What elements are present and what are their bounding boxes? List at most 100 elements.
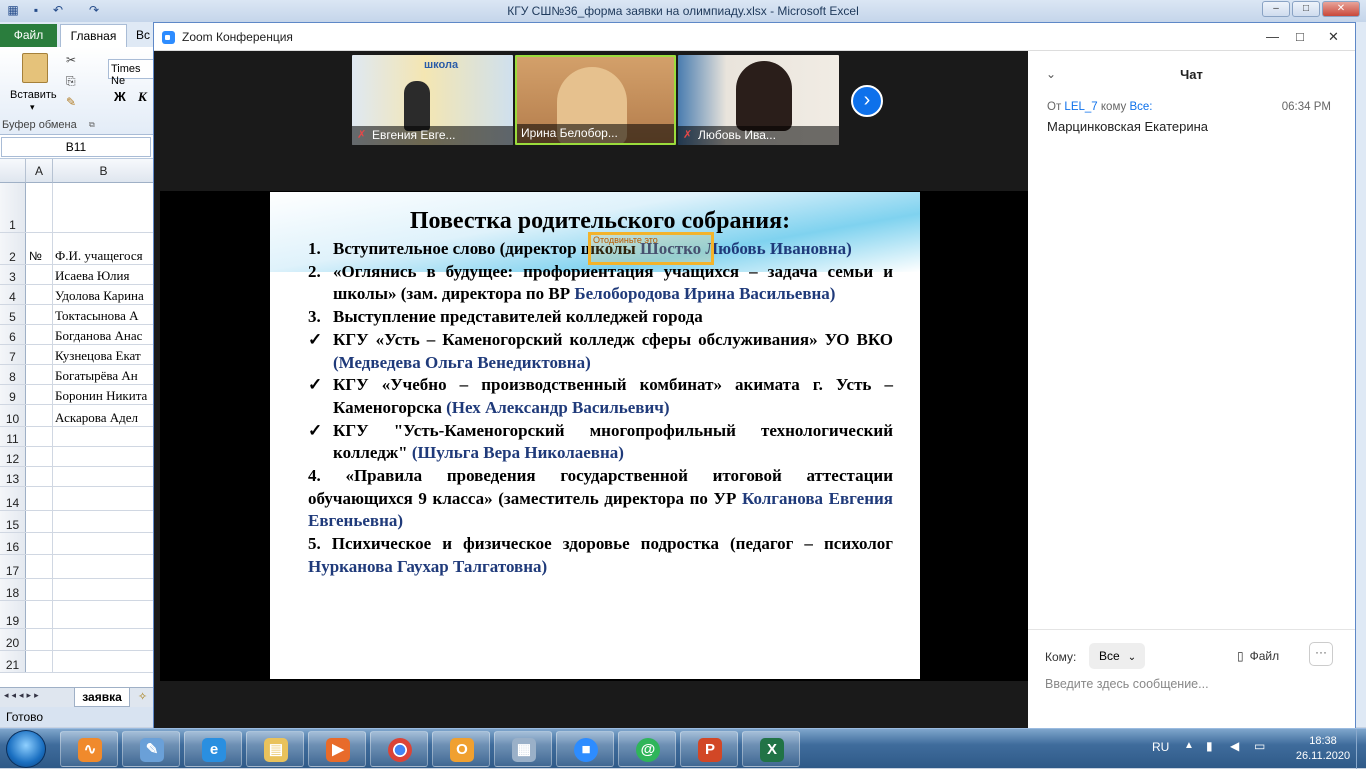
- cell-a[interactable]: №: [26, 233, 53, 264]
- table-row[interactable]: 21: [0, 651, 155, 673]
- close-icon[interactable]: ✕: [1322, 1, 1360, 17]
- cell-b[interactable]: [53, 555, 155, 578]
- cell-b[interactable]: Богатырёва Ан: [53, 365, 155, 384]
- table-row[interactable]: 19: [0, 601, 155, 629]
- cell-b[interactable]: [53, 651, 155, 672]
- table-row[interactable]: 8 Богатырёва Ан: [0, 365, 155, 385]
- taskbar-app-calculator[interactable]: ▦: [494, 731, 552, 767]
- recipient-name[interactable]: Все:: [1129, 101, 1152, 113]
- show-desktop-button[interactable]: [1356, 729, 1366, 769]
- taskbar-app-excel[interactable]: X: [742, 731, 800, 767]
- cell-b[interactable]: Удолова Карина: [53, 285, 155, 304]
- row-header[interactable]: 7: [0, 345, 26, 364]
- cell-b[interactable]: Боронин Никита: [53, 385, 155, 404]
- table-row[interactable]: 12: [0, 447, 155, 467]
- maximize-icon[interactable]: □: [1292, 1, 1320, 17]
- file-button[interactable]: ▯ Файл: [1237, 649, 1279, 663]
- row-header[interactable]: 12: [0, 447, 26, 466]
- cell-a[interactable]: [26, 305, 53, 324]
- cell-b[interactable]: [53, 533, 155, 554]
- paste-icon[interactable]: [22, 53, 48, 83]
- chevron-down-icon[interactable]: ▾: [30, 102, 35, 113]
- participant-tile[interactable]: школа Евгения Евге... ✗: [352, 55, 513, 145]
- row-header[interactable]: 3: [0, 265, 26, 284]
- row-header[interactable]: 10: [0, 405, 26, 426]
- language-indicator[interactable]: RU: [1152, 740, 1169, 754]
- cell-a[interactable]: [26, 511, 53, 532]
- cell-b[interactable]: Исаева Юлия: [53, 265, 155, 284]
- format-painter-icon[interactable]: ✎: [66, 95, 76, 109]
- cell-b[interactable]: [53, 447, 155, 466]
- cell-a[interactable]: [26, 385, 53, 404]
- cell-a[interactable]: [26, 533, 53, 554]
- column-header-b[interactable]: B: [53, 159, 155, 183]
- table-row[interactable]: 4 Удолова Карина: [0, 285, 155, 305]
- dialog-launcher-icon[interactable]: ⧉: [89, 120, 95, 130]
- cell-b[interactable]: Токтасынова А: [53, 305, 155, 324]
- cell-a[interactable]: [26, 405, 53, 426]
- cell-a[interactable]: [26, 325, 53, 344]
- volume-icon[interactable]: ◀: [1230, 739, 1239, 753]
- row-header[interactable]: 21: [0, 651, 26, 672]
- row-header[interactable]: 18: [0, 579, 26, 600]
- cell-b[interactable]: Кузнецова Екат: [53, 345, 155, 364]
- cell-b[interactable]: [53, 511, 155, 532]
- table-row[interactable]: 20: [0, 629, 155, 651]
- taskbar-app-pulse[interactable]: ∿: [60, 731, 118, 767]
- table-row[interactable]: 1: [0, 183, 155, 233]
- sheet-nav-arrows-icon[interactable]: ◂◂◂▸▸: [4, 690, 42, 701]
- cell-a[interactable]: [26, 601, 53, 628]
- participant-tile[interactable]: Любовь Ива... ✗: [678, 55, 839, 145]
- cell-a[interactable]: [26, 629, 53, 650]
- recipient-select[interactable]: Все ⌄: [1089, 643, 1145, 669]
- cell-a[interactable]: [26, 487, 53, 510]
- paste-button[interactable]: Вставить: [10, 89, 57, 101]
- copy-icon[interactable]: ⎘: [66, 74, 76, 89]
- table-row[interactable]: 17: [0, 555, 155, 579]
- taskbar-app-explorer[interactable]: ▤: [246, 731, 304, 767]
- name-box[interactable]: B11: [1, 137, 151, 157]
- excel-scrollbar[interactable]: [1356, 22, 1366, 727]
- row-header[interactable]: 2: [0, 233, 26, 264]
- table-row[interactable]: 9 Боронин Никита: [0, 385, 155, 405]
- taskbar-app-ie[interactable]: e: [184, 731, 242, 767]
- cell-a[interactable]: [26, 447, 53, 466]
- cut-icon[interactable]: ✂: [66, 53, 76, 67]
- tab-file[interactable]: Файл: [0, 24, 57, 47]
- cell-a[interactable]: [26, 345, 53, 364]
- tab-insert[interactable]: Вс: [136, 28, 150, 42]
- row-header[interactable]: 16: [0, 533, 26, 554]
- more-options-button[interactable]: ···: [1309, 642, 1333, 666]
- taskbar-app-zoom[interactable]: ■: [556, 731, 614, 767]
- new-sheet-icon[interactable]: ✧: [138, 690, 147, 703]
- cell-a[interactable]: [26, 427, 53, 446]
- row-header[interactable]: 20: [0, 629, 26, 650]
- bold-button[interactable]: Ж: [114, 89, 126, 104]
- table-row[interactable]: 10 Аскарова Адел: [0, 405, 155, 427]
- taskbar-app-chat[interactable]: @: [618, 731, 676, 767]
- cell-b[interactable]: Богданова Анас: [53, 325, 155, 344]
- cell-a[interactable]: [26, 579, 53, 600]
- next-page-button[interactable]: ›: [851, 85, 883, 117]
- taskbar-app-paint[interactable]: ✎: [122, 731, 180, 767]
- zoom-maximize-icon[interactable]: □: [1296, 29, 1304, 44]
- row-header[interactable]: 4: [0, 285, 26, 304]
- table-row[interactable]: 16: [0, 533, 155, 555]
- table-row[interactable]: 13: [0, 467, 155, 487]
- table-row[interactable]: 11: [0, 427, 155, 447]
- row-header[interactable]: 5: [0, 305, 26, 324]
- column-header-a[interactable]: A: [26, 159, 53, 183]
- cell-a[interactable]: [26, 365, 53, 384]
- row-header[interactable]: 8: [0, 365, 26, 384]
- taskbar-app-outlook[interactable]: O: [432, 731, 490, 767]
- zoom-minimize-icon[interactable]: —: [1266, 29, 1279, 44]
- row-header[interactable]: 1: [0, 183, 26, 232]
- battery-icon[interactable]: ▭: [1254, 739, 1265, 753]
- system-clock[interactable]: 18:38 26.11.2020: [1295, 734, 1351, 764]
- table-row[interactable]: 5 Токтасынова А: [0, 305, 155, 325]
- sender-name[interactable]: LEL_7: [1064, 101, 1097, 113]
- table-row[interactable]: 3 Исаева Юлия: [0, 265, 155, 285]
- cell-b[interactable]: [53, 601, 155, 628]
- row-header[interactable]: 15: [0, 511, 26, 532]
- table-row[interactable]: 14: [0, 487, 155, 511]
